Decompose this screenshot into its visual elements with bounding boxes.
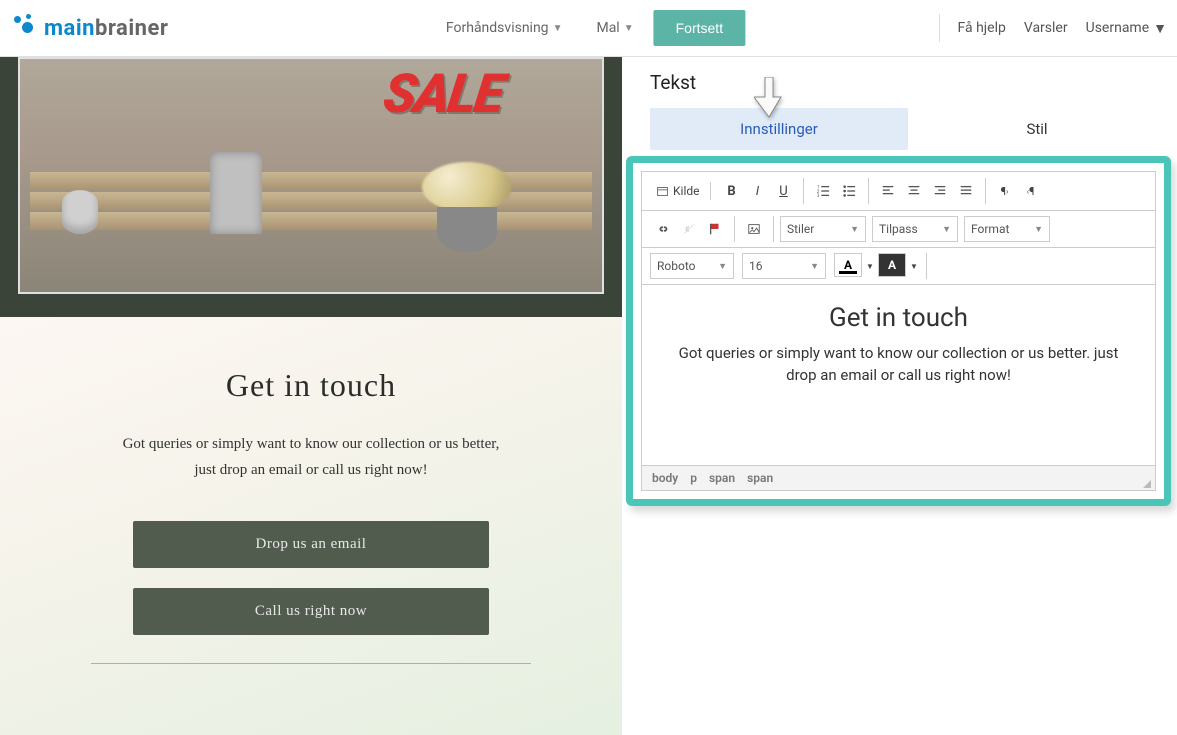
nav-right: Få hjelp Varsler Username ▼ bbox=[939, 14, 1168, 42]
fit-select[interactable]: Tilpass▼ bbox=[872, 216, 958, 242]
caret-down-icon: ▼ bbox=[624, 23, 634, 34]
italic-button[interactable]: I bbox=[745, 178, 771, 204]
contact-description[interactable]: Got queries or simply want to know our c… bbox=[60, 432, 562, 483]
divider bbox=[939, 14, 940, 42]
username-dropdown[interactable]: Username ▼ bbox=[1086, 20, 1167, 37]
hero-block: SALE bbox=[0, 57, 622, 317]
path-body[interactable]: body bbox=[652, 471, 678, 485]
caret-down-icon: ▼ bbox=[942, 224, 951, 235]
resize-handle-icon[interactable] bbox=[1141, 478, 1151, 488]
editor-toolbar-row3: Roboto▼ 16▼ A ▼ A ▼ bbox=[642, 248, 1155, 285]
editor-content-area[interactable]: Get in touch Got queries or simply want … bbox=[642, 285, 1155, 465]
caret-down-icon: ▼ bbox=[553, 23, 563, 34]
nav-template-label: Mal bbox=[596, 20, 619, 36]
bg-color-button[interactable]: A bbox=[878, 253, 906, 277]
underline-button[interactable]: U bbox=[771, 178, 797, 204]
path-span2[interactable]: span bbox=[747, 471, 773, 485]
font-select[interactable]: Roboto▼ bbox=[650, 253, 734, 279]
path-p[interactable]: p bbox=[690, 471, 697, 485]
path-span1[interactable]: span bbox=[709, 471, 735, 485]
ltr-button[interactable]: ¶› bbox=[992, 178, 1018, 204]
arrow-down-icon bbox=[754, 77, 784, 123]
tab-bar: Innstillinger Stil bbox=[650, 108, 1171, 150]
properties-panel: Tekst Innstillinger Stil Kilde B I bbox=[622, 57, 1177, 735]
alerts-link[interactable]: Varsler bbox=[1024, 20, 1068, 36]
caret-down-icon: ▼ bbox=[850, 224, 859, 235]
align-center-button[interactable] bbox=[901, 178, 927, 204]
sale-text: SALE bbox=[379, 63, 506, 126]
call-button[interactable]: Call us right now bbox=[133, 588, 489, 635]
nav-preview-label: Forhåndsvisning bbox=[446, 20, 549, 36]
candle-icon bbox=[62, 190, 98, 234]
editor-highlight-frame: Kilde B I U 123 bbox=[626, 156, 1171, 506]
anchor-button[interactable] bbox=[702, 216, 728, 242]
format-select[interactable]: Format▼ bbox=[964, 216, 1050, 242]
source-button[interactable]: Kilde bbox=[650, 182, 711, 200]
nav-preview-dropdown[interactable]: Forhåndsvisning ▼ bbox=[432, 12, 577, 44]
contact-title[interactable]: Get in touch bbox=[60, 367, 562, 404]
caret-down-icon: ▼ bbox=[1034, 224, 1043, 235]
username-label: Username bbox=[1086, 20, 1150, 36]
flowers-icon bbox=[412, 162, 522, 252]
lantern-icon bbox=[210, 152, 262, 234]
tab-style[interactable]: Stil bbox=[908, 108, 1166, 150]
fontsize-select[interactable]: 16▼ bbox=[742, 253, 826, 279]
brand-logo: mainbrainer bbox=[10, 14, 168, 42]
nav-template-dropdown[interactable]: Mal ▼ bbox=[582, 12, 647, 44]
editor-toolbar-row1: Kilde B I U 123 bbox=[642, 172, 1155, 211]
email-preview-pane: SALE Get in touch Got queries or simply … bbox=[0, 57, 622, 735]
hero-image[interactable]: SALE bbox=[18, 57, 604, 294]
email-button[interactable]: Drop us an email bbox=[133, 521, 489, 568]
caret-down-icon: ▼ bbox=[1153, 20, 1167, 37]
rich-text-editor: Kilde B I U 123 bbox=[641, 171, 1156, 491]
text-color-button[interactable]: A bbox=[834, 253, 862, 277]
caret-down-icon: ▼ bbox=[718, 261, 727, 272]
bold-button[interactable]: B bbox=[719, 178, 745, 204]
styles-select[interactable]: Stiler▼ bbox=[780, 216, 866, 242]
image-button[interactable] bbox=[741, 216, 767, 242]
bullet-list-button[interactable] bbox=[836, 178, 862, 204]
editor-statusbar: body p span span bbox=[642, 465, 1155, 490]
editor-toolbar-row2: Stiler▼ Tilpass▼ Format▼ bbox=[642, 211, 1155, 248]
bg-color-dropdown[interactable]: ▼ bbox=[908, 253, 920, 279]
align-left-button[interactable] bbox=[875, 178, 901, 204]
main-split: SALE Get in touch Got queries or simply … bbox=[0, 57, 1177, 735]
top-navbar: mainbrainer Forhåndsvisning ▼ Mal ▼ Fort… bbox=[0, 0, 1177, 57]
help-link[interactable]: Få hjelp bbox=[958, 20, 1006, 36]
numbered-list-button[interactable]: 123 bbox=[810, 178, 836, 204]
brand-name: mainbrainer bbox=[44, 16, 168, 41]
editor-heading: Get in touch bbox=[668, 303, 1129, 333]
divider bbox=[91, 663, 531, 664]
unlink-button[interactable] bbox=[676, 216, 702, 242]
text-color-dropdown[interactable]: ▼ bbox=[864, 253, 876, 279]
nav-center: Forhåndsvisning ▼ Mal ▼ Fortsett bbox=[432, 10, 745, 46]
rtl-button[interactable]: ‹¶ bbox=[1018, 178, 1044, 204]
editor-paragraph: Got queries or simply want to know our c… bbox=[668, 343, 1129, 387]
caret-down-icon: ▼ bbox=[810, 261, 819, 272]
align-justify-button[interactable] bbox=[953, 178, 979, 204]
link-button[interactable] bbox=[650, 216, 676, 242]
panel-title: Tekst bbox=[650, 71, 1171, 94]
logo-mark-icon bbox=[10, 14, 38, 42]
continue-button[interactable]: Fortsett bbox=[654, 10, 745, 46]
svg-text:3: 3 bbox=[816, 194, 819, 198]
align-right-button[interactable] bbox=[927, 178, 953, 204]
contact-section: Get in touch Got queries or simply want … bbox=[0, 317, 622, 735]
